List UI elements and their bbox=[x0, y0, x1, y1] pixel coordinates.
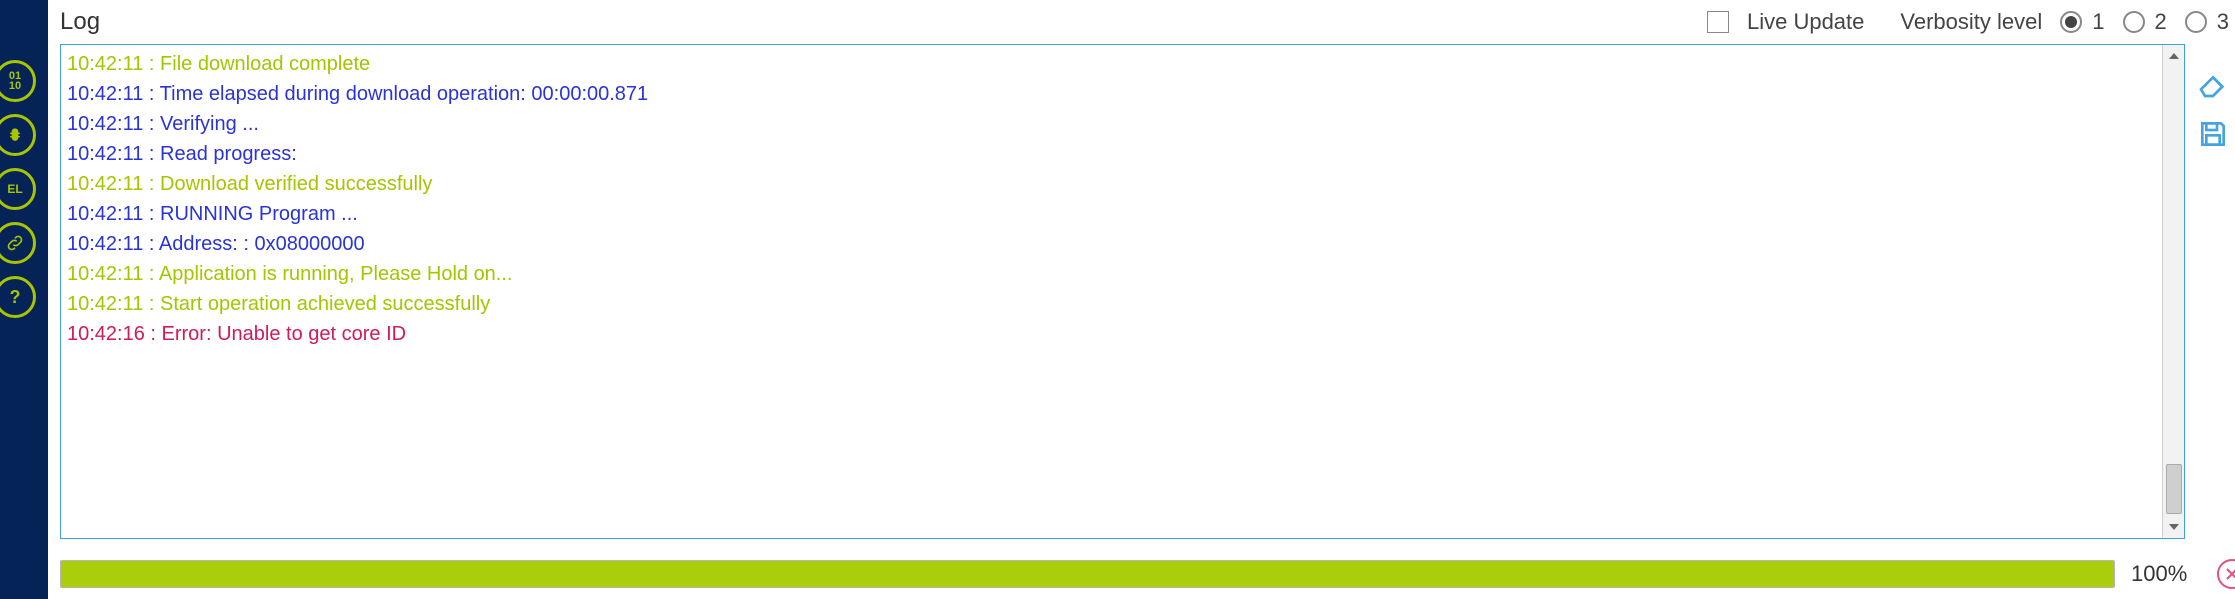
progress-row: 100% bbox=[60, 539, 2235, 589]
sidebar: 0110 EL ? bbox=[0, 0, 48, 599]
link-icon[interactable] bbox=[0, 222, 36, 264]
log-header: Log Live Update Verbosity level 1 2 3 bbox=[60, 0, 2235, 44]
scroll-up-button[interactable] bbox=[2163, 45, 2184, 67]
log-line: 10:42:11 : File download complete bbox=[67, 49, 2156, 79]
close-icon bbox=[2225, 567, 2235, 581]
scroll-thumb[interactable] bbox=[2166, 464, 2182, 514]
scroll-track[interactable] bbox=[2166, 67, 2182, 516]
log-line: 10:42:16 : Error: Unable to get core ID bbox=[67, 319, 2156, 349]
panel-title: Log bbox=[60, 8, 1689, 36]
log-line: 10:42:11 : Application is running, Pleas… bbox=[67, 259, 2156, 289]
verbosity-label: Verbosity level bbox=[1900, 9, 2042, 35]
log-line: 10:42:11 : Time elapsed during download … bbox=[67, 79, 2156, 109]
log-line: 10:42:11 : Download verified successfull… bbox=[67, 169, 2156, 199]
cancel-button[interactable] bbox=[2217, 559, 2235, 589]
log-line: 10:42:11 : Address: : 0x08000000 bbox=[67, 229, 2156, 259]
save-icon[interactable] bbox=[2195, 116, 2231, 152]
progress-bar bbox=[60, 560, 2115, 588]
verbosity-radio-3[interactable] bbox=[2185, 11, 2207, 33]
chevron-up-icon bbox=[2169, 53, 2179, 59]
verbosity-option-1: 1 bbox=[2092, 9, 2104, 35]
log-line: 10:42:11 : Start operation achieved succ… bbox=[67, 289, 2156, 319]
main-panel: Log Live Update Verbosity level 1 2 3 10… bbox=[48, 0, 2235, 599]
help-icon[interactable]: ? bbox=[0, 276, 36, 318]
progress-label: 100% bbox=[2131, 561, 2201, 587]
verbosity-radio-1[interactable] bbox=[2060, 11, 2082, 33]
log-box: 10:42:11 : File download complete10:42:1… bbox=[60, 44, 2185, 539]
bug-icon[interactable] bbox=[0, 114, 36, 156]
log-content[interactable]: 10:42:11 : File download complete10:42:1… bbox=[61, 45, 2162, 538]
chevron-down-icon bbox=[2169, 524, 2179, 530]
log-action-icons bbox=[2191, 44, 2235, 539]
live-update-checkbox[interactable] bbox=[1707, 11, 1729, 33]
progress-fill bbox=[61, 561, 2114, 587]
verbosity-option-2: 2 bbox=[2155, 9, 2167, 35]
erase-icon[interactable] bbox=[2195, 66, 2231, 102]
verbosity-option-3: 3 bbox=[2217, 9, 2229, 35]
log-line: 10:42:11 : Read progress: bbox=[67, 139, 2156, 169]
log-scrollbar bbox=[2162, 45, 2184, 538]
log-line: 10:42:11 : Verifying ... bbox=[67, 109, 2156, 139]
log-line: 10:42:11 : RUNNING Program ... bbox=[67, 199, 2156, 229]
el-icon[interactable]: EL bbox=[0, 168, 36, 210]
verbosity-2-group: 2 bbox=[2123, 9, 2167, 35]
verbosity-3-group: 3 bbox=[2185, 9, 2229, 35]
scroll-down-button[interactable] bbox=[2163, 516, 2184, 538]
live-update-label: Live Update bbox=[1747, 9, 1864, 35]
verbosity-1-group: 1 bbox=[2060, 9, 2104, 35]
verbosity-radio-2[interactable] bbox=[2123, 11, 2145, 33]
log-wrap: 10:42:11 : File download complete10:42:1… bbox=[60, 44, 2235, 539]
binary-icon[interactable]: 0110 bbox=[0, 60, 36, 102]
